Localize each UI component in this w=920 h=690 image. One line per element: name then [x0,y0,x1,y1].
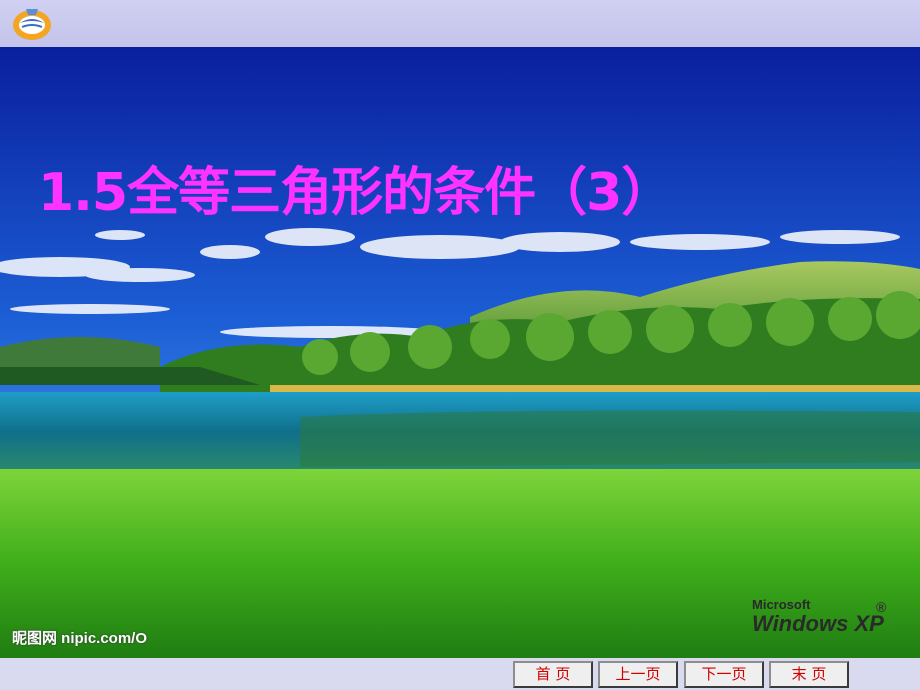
landscape-background [0,47,920,658]
slide-title: 1.5全等三角形的条件（3） [38,163,673,223]
prev-page-button[interactable]: 上一页 [598,661,678,688]
os-logo-line2: Windows XP [752,611,884,636]
book-logo-icon [13,9,51,40]
windows-xp-logo: Microsoft Windows XP ® [752,597,887,636]
watermark-text: 昵图网 nipic.com/O [12,630,148,647]
last-page-button[interactable]: 末 页 [769,661,849,688]
first-page-button[interactable]: 首 页 [513,661,593,688]
os-logo-line1: Microsoft [752,597,811,612]
next-page-button[interactable]: 下一页 [684,661,764,688]
slide-navigation: 首 页 上一页 下一页 末 页 [0,658,920,690]
registered-mark: ® [876,599,887,615]
top-bar [0,0,920,47]
